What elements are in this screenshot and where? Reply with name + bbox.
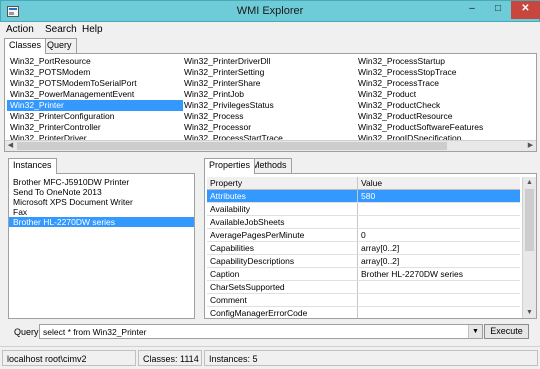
- classes-horizontal-scrollbar[interactable]: ◀ ▶: [5, 140, 536, 151]
- property-value[interactable]: [358, 216, 520, 228]
- property-name[interactable]: Caption: [207, 268, 358, 280]
- class-item[interactable]: Win32_Processor: [181, 122, 357, 133]
- table-row[interactable]: AveragePagesPerMinute 0: [207, 229, 520, 242]
- property-name[interactable]: ConfigManagerErrorCode: [207, 307, 358, 318]
- property-value[interactable]: 0: [358, 229, 520, 241]
- scroll-thumb[interactable]: [525, 189, 534, 251]
- properties-vertical-scrollbar[interactable]: ▲ ▼: [522, 177, 536, 318]
- query-combobox[interactable]: select * from Win32_Printer ▼: [39, 324, 483, 339]
- property-name[interactable]: Attributes: [207, 190, 358, 202]
- property-name[interactable]: CapabilityDescriptions: [207, 255, 358, 267]
- header-value[interactable]: Value: [358, 177, 520, 189]
- properties-grid[interactable]: Property Value Attributes 580 Availability…: [204, 173, 537, 319]
- property-value[interactable]: array[0..2]: [358, 255, 520, 267]
- query-input[interactable]: select * from Win32_Printer: [43, 327, 146, 337]
- property-name[interactable]: CharSetsSupported: [207, 281, 358, 293]
- property-name[interactable]: Comment: [207, 294, 358, 306]
- menu-action[interactable]: Action: [6, 24, 34, 35]
- instances-list[interactable]: Brother MFC-J5910DW Printer Send To OneNo…: [8, 173, 195, 319]
- class-item[interactable]: Win32_Printer: [7, 100, 183, 111]
- table-row[interactable]: ConfigManagerErrorCode: [207, 307, 520, 318]
- table-row[interactable]: Capabilities array[0..2]: [207, 242, 520, 255]
- class-item[interactable]: Win32_ProcessStopTrace: [355, 67, 533, 78]
- classes-list[interactable]: Win32_PortResource Win32_POTSModem Win32_P…: [4, 53, 537, 152]
- property-value[interactable]: array[0..2]: [358, 242, 520, 254]
- scroll-up-icon[interactable]: ▲: [523, 177, 536, 188]
- query-label: Query: [14, 327, 39, 337]
- class-item[interactable]: Win32_Process: [181, 111, 357, 122]
- close-button[interactable]: ✕: [511, 1, 540, 19]
- classes-column-3: Win32_ProcessStartup Win32_ProcessStopTra…: [355, 56, 533, 144]
- tab-classes[interactable]: Classes: [4, 38, 47, 54]
- property-name[interactable]: Availability: [207, 203, 358, 215]
- class-item[interactable]: Win32_ProcessTrace: [355, 78, 533, 89]
- class-item[interactable]: Win32_PrinterDriverDll: [181, 56, 357, 67]
- class-item[interactable]: Win32_ProcessStartup: [355, 56, 533, 67]
- table-row[interactable]: Attributes 580: [207, 190, 520, 203]
- instance-item[interactable]: Microsoft XPS Document Writer: [9, 197, 194, 207]
- table-row[interactable]: AvailableJobSheets: [207, 216, 520, 229]
- classes-column-1: Win32_PortResource Win32_POTSModem Win32_P…: [7, 56, 183, 144]
- class-item[interactable]: Win32_PortResource: [7, 56, 183, 67]
- property-value[interactable]: 580: [358, 190, 520, 202]
- class-item[interactable]: Win32_ProductSoftwareFeatures: [355, 122, 533, 133]
- class-item[interactable]: Win32_ProductResource: [355, 111, 533, 122]
- class-item[interactable]: Win32_PowerManagementEvent: [7, 89, 183, 100]
- maximize-button[interactable]: □: [485, 1, 511, 19]
- property-value[interactable]: [358, 203, 520, 215]
- scroll-down-icon[interactable]: ▼: [523, 307, 536, 318]
- property-value[interactable]: [358, 307, 520, 318]
- class-item[interactable]: Win32_PrinterConfiguration: [7, 111, 183, 122]
- status-instances-count: Instances: 5: [204, 350, 538, 366]
- class-item[interactable]: Win32_PrinterController: [7, 122, 183, 133]
- property-value[interactable]: [358, 281, 520, 293]
- status-classes-count: Classes: 1114: [138, 350, 202, 366]
- property-name[interactable]: Capabilities: [207, 242, 358, 254]
- tab-query[interactable]: Query: [42, 38, 77, 53]
- class-item[interactable]: Win32_PrinterSetting: [181, 67, 357, 78]
- menu-search[interactable]: Search: [45, 24, 77, 35]
- menu-help[interactable]: Help: [82, 24, 103, 35]
- class-item[interactable]: Win32_PrinterShare: [181, 78, 357, 89]
- property-name[interactable]: AvailableJobSheets: [207, 216, 358, 228]
- scroll-right-icon[interactable]: ▶: [525, 141, 536, 151]
- class-item[interactable]: Win32_ProductCheck: [355, 100, 533, 111]
- tab-properties[interactable]: Properties: [204, 158, 256, 174]
- property-value[interactable]: [358, 294, 520, 306]
- property-value[interactable]: Brother HL-2270DW series: [358, 268, 520, 280]
- instance-item[interactable]: Fax: [9, 207, 194, 217]
- execute-button[interactable]: Execute: [484, 324, 529, 339]
- status-namespace: localhost root\cimv2: [2, 350, 136, 366]
- table-row[interactable]: CapabilityDescriptions array[0..2]: [207, 255, 520, 268]
- header-property[interactable]: Property: [207, 177, 358, 189]
- instance-item[interactable]: Send To OneNote 2013: [9, 187, 194, 197]
- instance-item[interactable]: Brother MFC-J5910DW Printer: [9, 177, 194, 187]
- table-row[interactable]: Comment: [207, 294, 520, 307]
- instance-item[interactable]: Brother HL-2270DW series: [9, 217, 194, 227]
- class-item[interactable]: Win32_POTSModemToSerialPort: [7, 78, 183, 89]
- scroll-thumb[interactable]: [17, 142, 447, 150]
- menu-bar: Action Search Help: [0, 22, 540, 37]
- table-row[interactable]: CharSetsSupported: [207, 281, 520, 294]
- class-item[interactable]: Win32_POTSModem: [7, 67, 183, 78]
- scroll-left-icon[interactable]: ◀: [5, 141, 16, 151]
- class-item[interactable]: Win32_PrivilegesStatus: [181, 100, 357, 111]
- classes-column-2: Win32_PrinterDriverDll Win32_PrinterSetti…: [181, 56, 357, 144]
- minimize-button[interactable]: –: [459, 1, 485, 19]
- class-item[interactable]: Win32_Product: [355, 89, 533, 100]
- title-bar: WMI Explorer – □ ✕: [0, 0, 540, 22]
- table-row[interactable]: Caption Brother HL-2270DW series: [207, 268, 520, 281]
- status-bar: localhost root\cimv2 Classes: 1114 Insta…: [0, 346, 540, 369]
- property-name[interactable]: AveragePagesPerMinute: [207, 229, 358, 241]
- chevron-down-icon[interactable]: ▼: [468, 325, 482, 338]
- grid-header: Property Value: [207, 177, 520, 190]
- class-item[interactable]: Win32_PrintJob: [181, 89, 357, 100]
- table-row[interactable]: Availability: [207, 203, 520, 216]
- tab-instances[interactable]: Instances: [8, 158, 57, 174]
